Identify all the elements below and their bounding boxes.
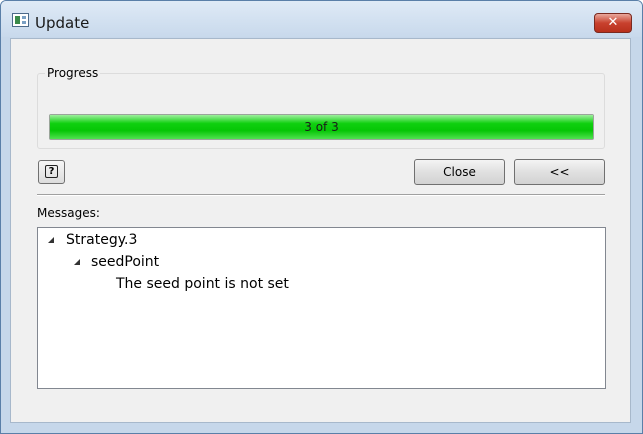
window-title: Update — [35, 14, 90, 32]
help-icon: ? — [45, 165, 58, 178]
help-button[interactable]: ? — [38, 160, 65, 184]
progress-text: 3 of 3 — [304, 120, 339, 134]
expand-triangle-icon[interactable] — [74, 259, 80, 265]
title-bar[interactable]: Update ✕ — [1, 1, 642, 37]
collapse-details-button[interactable]: << — [514, 159, 605, 185]
progress-group-label: Progress — [45, 66, 101, 80]
tree-item-seedpoint[interactable]: seedPoint — [91, 254, 159, 270]
tree-item-message[interactable]: The seed point is not set — [116, 276, 289, 292]
expand-triangle-icon[interactable] — [48, 237, 54, 243]
separator — [37, 194, 605, 196]
app-window-icon — [12, 13, 29, 27]
messages-label: Messages: — [37, 206, 100, 220]
tree-item-strategy[interactable]: Strategy.3 — [66, 232, 137, 248]
close-button[interactable]: Close — [414, 159, 505, 185]
window-close-button[interactable]: ✕ — [594, 13, 632, 33]
messages-tree[interactable]: Strategy.3 seedPoint The seed point is n… — [37, 227, 606, 389]
progress-bar: 3 of 3 — [49, 114, 594, 140]
